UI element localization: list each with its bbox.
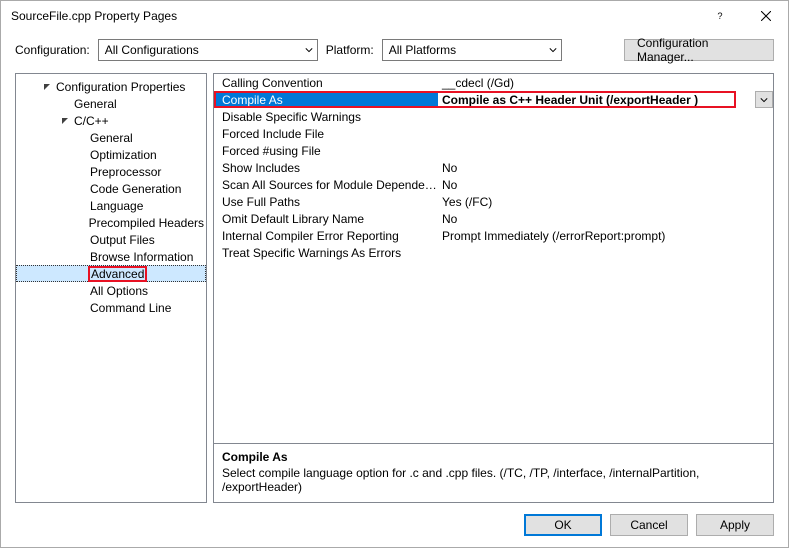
apply-button[interactable]: Apply (696, 514, 774, 536)
configuration-combo-value: All Configurations (105, 43, 199, 57)
title-bar: SourceFile.cpp Property Pages ? (1, 1, 788, 31)
property-grid[interactable]: Calling Convention__cdecl (/Gd) Compile … (213, 73, 774, 444)
tree-item-precompiled-headers[interactable]: Precompiled Headers (16, 214, 206, 231)
tree-item-all-options[interactable]: All Options (16, 282, 206, 299)
tree-item-code-generation[interactable]: Code Generation (16, 180, 206, 197)
chevron-down-icon (305, 46, 313, 54)
platform-combo-value: All Platforms (389, 43, 456, 57)
collapse-icon[interactable] (40, 83, 54, 91)
dropdown-button[interactable] (755, 91, 773, 108)
property-pages-dialog: SourceFile.cpp Property Pages ? Configur… (0, 0, 789, 548)
tree-item-preprocessor[interactable]: Preprocessor (16, 163, 206, 180)
ok-button[interactable]: OK (524, 514, 602, 536)
configuration-manager-button[interactable]: Configuration Manager... (624, 39, 774, 61)
svg-text:?: ? (717, 11, 722, 21)
close-button[interactable] (743, 1, 788, 31)
tree-item-command-line[interactable]: Command Line (16, 299, 206, 316)
table-row[interactable]: Show IncludesNo (214, 159, 773, 176)
table-row[interactable]: Disable Specific Warnings (214, 108, 773, 125)
settings-panel: Calling Convention__cdecl (/Gd) Compile … (213, 73, 774, 503)
tree-item-general[interactable]: General (16, 95, 206, 112)
window-title: SourceFile.cpp Property Pages (11, 9, 177, 23)
dialog-footer: OK Cancel Apply (1, 503, 788, 547)
tree-item-advanced[interactable]: Advanced (16, 265, 206, 282)
help-button[interactable]: ? (698, 1, 743, 31)
category-tree[interactable]: Configuration Properties General C/C++ G… (15, 73, 207, 503)
collapse-icon[interactable] (58, 117, 72, 125)
table-row[interactable]: Omit Default Library NameNo (214, 210, 773, 227)
main-area: Configuration Properties General C/C++ G… (1, 65, 788, 503)
configuration-combo[interactable]: All Configurations (98, 39, 318, 61)
configuration-label: Configuration: (15, 43, 90, 57)
platform-label: Platform: (326, 43, 374, 57)
description-body: Select compile language option for .c an… (222, 466, 765, 494)
configuration-toolbar: Configuration: All Configurations Platfo… (1, 35, 788, 65)
table-row[interactable]: Use Full PathsYes (/FC) (214, 193, 773, 210)
platform-combo[interactable]: All Platforms (382, 39, 562, 61)
table-row[interactable]: Calling Convention__cdecl (/Gd) (214, 74, 773, 91)
tree-item-output-files[interactable]: Output Files (16, 231, 206, 248)
cancel-button[interactable]: Cancel (610, 514, 688, 536)
tree-item-config-props[interactable]: Configuration Properties (16, 78, 206, 95)
tree-item-browse-information[interactable]: Browse Information (16, 248, 206, 265)
tree-item-cpp-general[interactable]: General (16, 129, 206, 146)
tree-item-language[interactable]: Language (16, 197, 206, 214)
tree-item-cpp[interactable]: C/C++ (16, 112, 206, 129)
tree-item-optimization[interactable]: Optimization (16, 146, 206, 163)
table-row[interactable]: Treat Specific Warnings As Errors (214, 244, 773, 261)
table-row[interactable]: Forced #using File (214, 142, 773, 159)
table-row[interactable]: Internal Compiler Error ReportingPrompt … (214, 227, 773, 244)
table-row[interactable]: Scan All Sources for Module Dependencies… (214, 176, 773, 193)
description-title: Compile As (222, 450, 765, 464)
description-panel: Compile As Select compile language optio… (213, 444, 774, 503)
table-row[interactable]: Forced Include File (214, 125, 773, 142)
table-row-compile-as[interactable]: Compile AsCompile as C++ Header Unit (/e… (214, 91, 773, 108)
chevron-down-icon (549, 46, 557, 54)
